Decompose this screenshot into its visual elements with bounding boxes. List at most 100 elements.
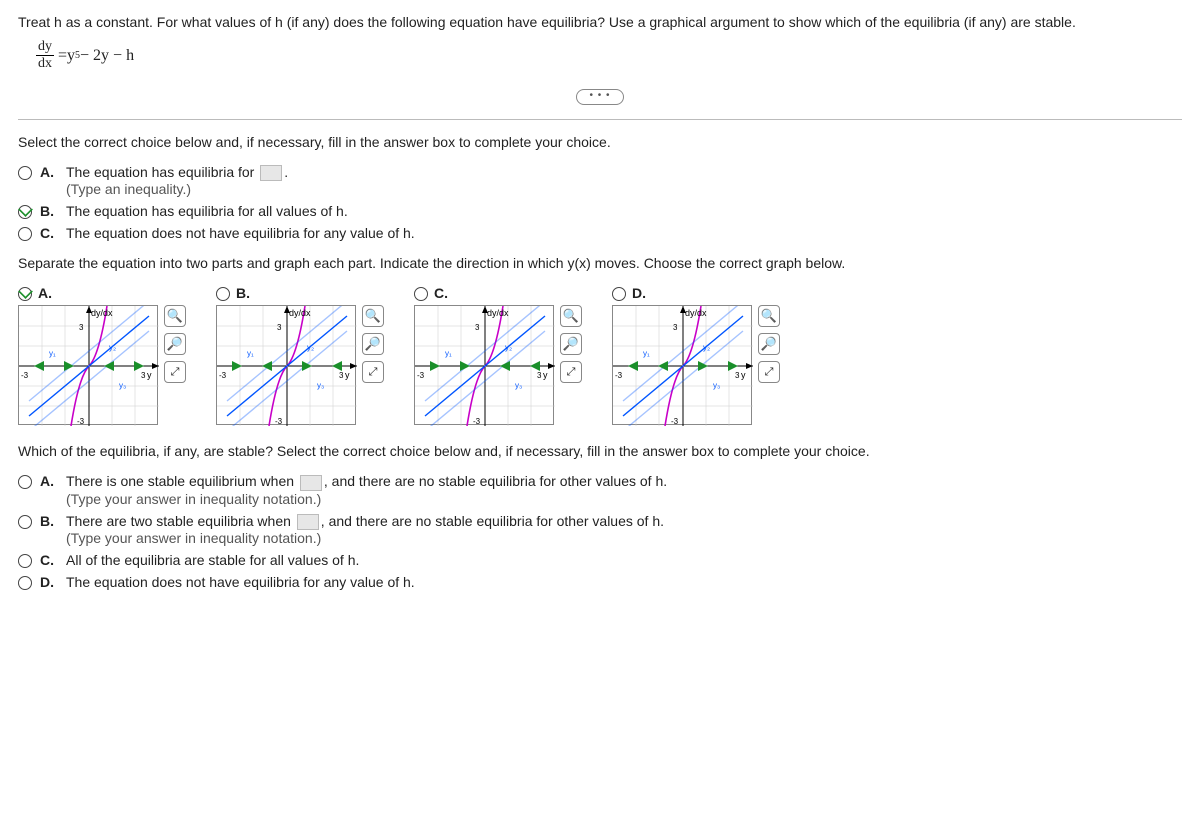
graph-label-c: C. <box>434 285 448 301</box>
q3-b-pre: There are two stable equilibria when <box>66 513 295 529</box>
svg-text:-3: -3 <box>275 417 283 426</box>
choice-label: A. <box>40 473 58 489</box>
radio-q3-d[interactable] <box>18 576 32 590</box>
answer-box[interactable] <box>260 165 282 181</box>
svg-text:3: 3 <box>475 323 480 332</box>
svg-text:-3: -3 <box>21 371 29 380</box>
choice-text: There are two stable equilibria when , a… <box>66 513 664 546</box>
choice-text: The equation does not have equilibria fo… <box>66 574 415 590</box>
radio-graph-b[interactable] <box>216 287 230 301</box>
choice-text: There is one stable equilibrium when , a… <box>66 473 667 506</box>
graph-label-b: B. <box>236 285 250 301</box>
rhs-base: y <box>67 47 75 65</box>
ellipsis-button[interactable]: • • • <box>576 89 623 105</box>
svg-text:y₃: y₃ <box>317 381 324 390</box>
q1-a-post: . <box>284 164 288 180</box>
radio-q1-b[interactable] <box>18 205 32 219</box>
zoom-in-icon[interactable]: 🔍 <box>164 305 186 327</box>
differential-equation: dy dx = y5 − 2y − h <box>36 40 1182 71</box>
choice-label: B. <box>40 203 58 219</box>
svg-text:-3: -3 <box>671 417 679 426</box>
svg-text:3: 3 <box>141 371 146 380</box>
rhs-tail: − 2y − h <box>80 47 134 65</box>
q1-a-hint: (Type an inequality.) <box>66 181 191 197</box>
q3-a-pre: There is one stable equilibrium when <box>66 473 298 489</box>
svg-text:y₁: y₁ <box>445 349 452 358</box>
answer-box[interactable] <box>300 475 322 491</box>
choice-text: All of the equilibria are stable for all… <box>66 552 359 568</box>
svg-text:y₂: y₂ <box>307 343 314 352</box>
prompt-graph: Separate the equation into two parts and… <box>18 255 1182 271</box>
svg-text:dy/dx: dy/dx <box>487 308 509 318</box>
fraction-numerator: dy <box>36 40 54 56</box>
q3-choices: A. There is one stable equilibrium when … <box>18 473 1182 590</box>
radio-graph-d[interactable] <box>612 287 626 301</box>
q3-a-hint: (Type your answer in inequality notation… <box>66 491 321 507</box>
svg-text:y₁: y₁ <box>49 349 56 358</box>
svg-text:y₁: y₁ <box>643 349 650 358</box>
svg-text:3: 3 <box>735 371 740 380</box>
zoom-out-icon[interactable]: 🔎 <box>758 333 780 355</box>
zoom-in-icon[interactable]: 🔍 <box>362 305 384 327</box>
svg-text:y₂: y₂ <box>703 343 710 352</box>
zoom-out-icon[interactable]: 🔎 <box>560 333 582 355</box>
choice-label: C. <box>40 552 58 568</box>
expand-icon[interactable]: ⤢ <box>164 361 186 383</box>
radio-q3-a[interactable] <box>18 475 32 489</box>
radio-graph-a[interactable] <box>18 287 32 301</box>
q3-a-post: , and there are no stable equilibria for… <box>324 473 667 489</box>
svg-text:y₂: y₂ <box>505 343 512 352</box>
answer-box[interactable] <box>297 514 319 530</box>
svg-text:-3: -3 <box>77 417 85 426</box>
expand-icon[interactable]: ⤢ <box>758 361 780 383</box>
expand-icon[interactable]: ⤢ <box>560 361 582 383</box>
svg-text:-3: -3 <box>473 417 481 426</box>
q1-choices: A. The equation has equilibria for . (Ty… <box>18 164 1182 241</box>
zoom-in-icon[interactable]: 🔍 <box>758 305 780 327</box>
svg-text:y: y <box>147 370 152 380</box>
svg-text:y: y <box>741 370 746 380</box>
prompt-stability: Which of the equilibria, if any, are sta… <box>18 443 1182 459</box>
q1-a-pre: The equation has equilibria for <box>66 164 258 180</box>
choice-label: A. <box>40 164 58 180</box>
svg-text:y: y <box>345 370 350 380</box>
zoom-in-icon[interactable]: 🔍 <box>560 305 582 327</box>
question-text: Treat h as a constant. For what values o… <box>18 14 1182 30</box>
svg-text:3: 3 <box>79 323 84 332</box>
choice-label: D. <box>40 574 58 590</box>
separator <box>18 119 1182 120</box>
prompt-choice-1: Select the correct choice below and, if … <box>18 134 1182 150</box>
q3-b-hint: (Type your answer in inequality notation… <box>66 530 321 546</box>
svg-text:dy/dx: dy/dx <box>685 308 707 318</box>
choice-text: The equation has equilibria for all valu… <box>66 203 348 219</box>
zoom-out-icon[interactable]: 🔎 <box>362 333 384 355</box>
q3-b-post: , and there are no stable equilibria for… <box>321 513 664 529</box>
expand-icon[interactable]: ⤢ <box>362 361 384 383</box>
svg-text:y₃: y₃ <box>713 381 720 390</box>
zoom-out-icon[interactable]: 🔎 <box>164 333 186 355</box>
radio-q3-b[interactable] <box>18 515 32 529</box>
choice-label: C. <box>40 225 58 241</box>
choice-text: The equation has equilibria for . (Type … <box>66 164 288 197</box>
svg-text:y₂: y₂ <box>109 343 116 352</box>
svg-text:3: 3 <box>339 371 344 380</box>
equals-sign: = <box>58 47 67 65</box>
choice-text: The equation does not have equilibria fo… <box>66 225 415 241</box>
radio-q1-c[interactable] <box>18 227 32 241</box>
svg-text:3: 3 <box>537 371 542 380</box>
fraction-denominator: dx <box>38 56 52 71</box>
radio-q1-a[interactable] <box>18 166 32 180</box>
graph-d: dy/dx y -3 3 3 -3 y₁ y₂ y₃ <box>612 305 752 425</box>
svg-text:3: 3 <box>673 323 678 332</box>
graph-options: A. <box>18 285 1182 425</box>
svg-text:y₃: y₃ <box>515 381 522 390</box>
radio-q3-c[interactable] <box>18 554 32 568</box>
svg-text:y₁: y₁ <box>247 349 254 358</box>
svg-text:y₃: y₃ <box>119 381 126 390</box>
svg-text:3: 3 <box>277 323 282 332</box>
svg-text:dy/dx: dy/dx <box>289 308 311 318</box>
radio-graph-c[interactable] <box>414 287 428 301</box>
svg-text:-3: -3 <box>615 371 623 380</box>
svg-text:-3: -3 <box>219 371 227 380</box>
choice-label: B. <box>40 513 58 529</box>
